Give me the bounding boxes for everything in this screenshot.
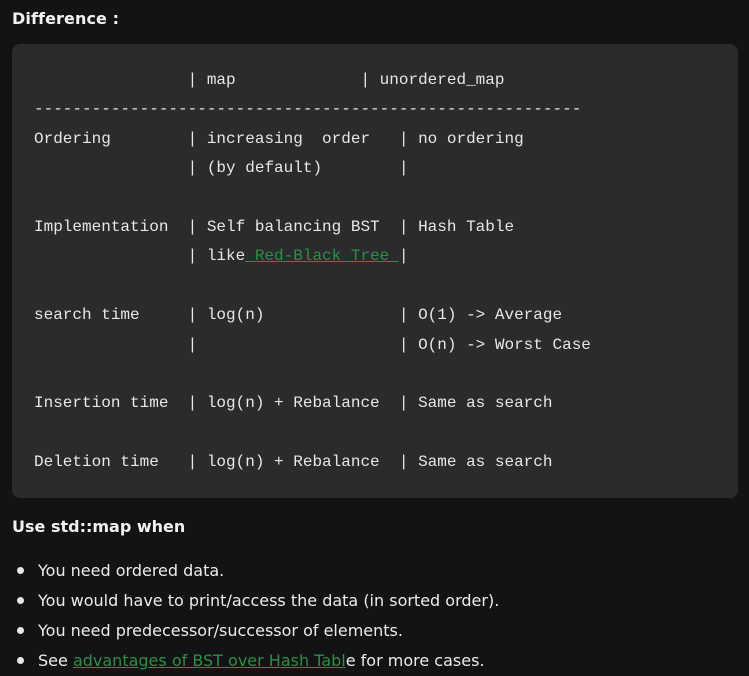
code-implementation-line-2-suffix: | [398,247,409,266]
code-deletion-time-line: Deletion time | log(n) + Rebalance | Sam… [34,453,553,472]
code-search-time-line-2: | | O(n) -> Worst Case [34,335,591,354]
red-black-tree-link[interactable]: Red-Black Tree [245,247,399,265]
code-implementation-line: Implementation | Self balancing BST | Ha… [34,218,515,237]
bullet-icon [17,597,24,604]
list-item: You need ordered data. [0,556,499,586]
code-header-line: | map | unordered_map [34,71,505,89]
list-item: You would have to print/access the data … [0,586,499,616]
bullet-text: You need predecessor/successor of elemen… [38,621,403,640]
bullet-icon [17,627,24,634]
bullet-text: You would have to print/access the data … [38,591,500,610]
code-implementation-line-2-prefix: | like [34,247,246,266]
bullet-icon [17,657,24,664]
use-map-bullet-list: You need ordered data. You would have to… [0,556,499,676]
code-ordering-line: Ordering | increasing order | no orderin… [34,129,524,148]
list-item: You need predecessor/successor of elemen… [0,616,499,646]
difference-heading: Difference : [12,9,120,28]
bullet-text: You need ordered data. [38,561,225,580]
code-insertion-time-line: Insertion time | log(n) + Rebalance | Sa… [34,394,553,413]
advantages-of-bst-link[interactable]: advantages of BST over Hash Tabl [73,651,346,670]
code-separator-line: ----------------------------------------… [34,100,582,119]
code-ordering-line-2: | (by default) | [34,159,409,178]
comparison-table-text: | map | unordered_map ------------------… [34,66,591,478]
use-map-when-heading: Use std::map when [12,517,186,536]
code-search-time-line: search time | log(n) | O(1) -> Average [34,306,563,325]
bullet-text-prefix: See [38,651,73,670]
bullet-icon [17,567,24,574]
bullet-text-suffix: e for more cases. [345,651,485,670]
comparison-code-block: | map | unordered_map ------------------… [12,44,738,498]
list-item: See advantages of BST over Hash Table fo… [0,646,499,676]
